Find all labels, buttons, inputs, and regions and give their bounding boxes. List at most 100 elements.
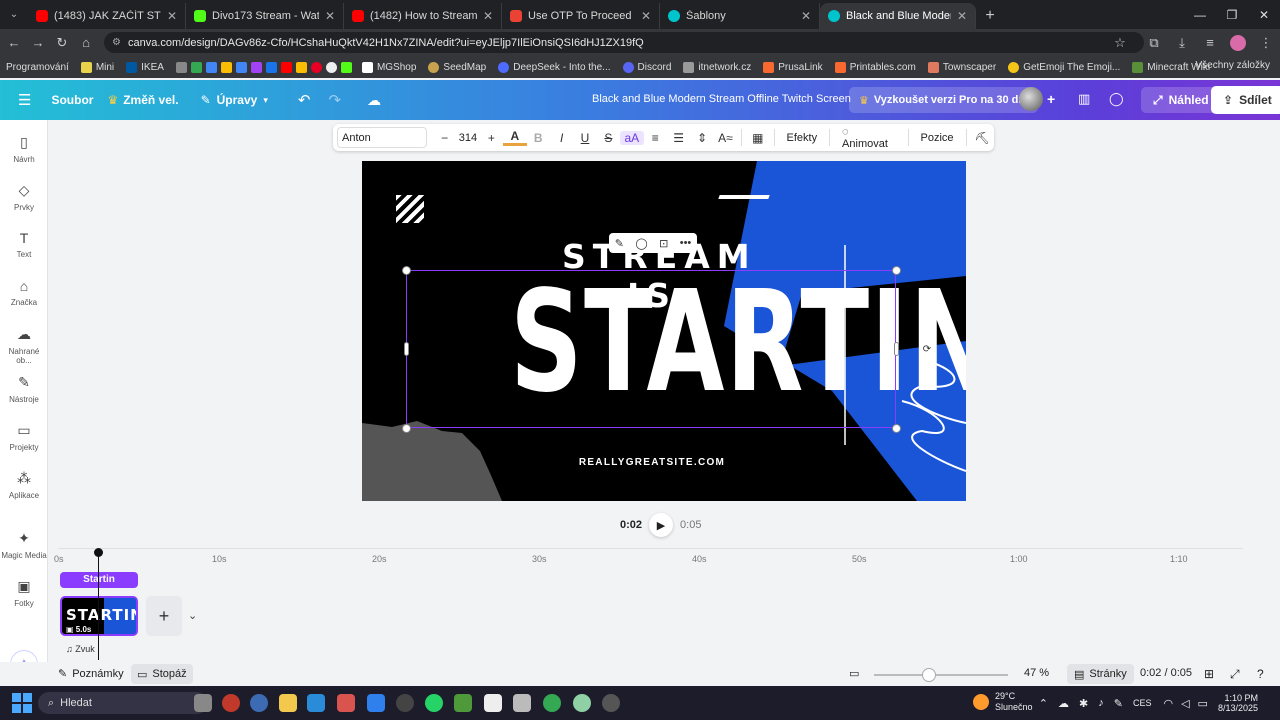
minimize-icon[interactable]: — bbox=[1184, 0, 1216, 29]
zoom-level[interactable]: 47 % bbox=[1024, 667, 1049, 679]
add-collaborator-icon[interactable]: + bbox=[1047, 91, 1055, 107]
italic-icon[interactable]: I bbox=[550, 131, 573, 145]
download-icon[interactable]: ⤓ bbox=[1168, 35, 1196, 51]
file-menu-button[interactable]: Soubor bbox=[51, 93, 93, 107]
site-info-icon[interactable]: ⚙ bbox=[112, 37, 121, 48]
pen-icon[interactable]: ✎ bbox=[1114, 697, 1123, 710]
audio-track[interactable]: ♫ Zvuk bbox=[66, 644, 95, 654]
forms-icon[interactable] bbox=[235, 61, 247, 73]
youtube-icon[interactable] bbox=[280, 61, 292, 73]
underline-icon[interactable]: U bbox=[573, 131, 596, 145]
zoom-slider-handle[interactable] bbox=[922, 668, 936, 682]
tasks-icon[interactable] bbox=[250, 61, 262, 73]
font-size-input[interactable]: 314 bbox=[456, 132, 479, 144]
rotate-handle-icon[interactable]: ⟳ bbox=[919, 342, 935, 358]
align-center-icon[interactable]: ≡ bbox=[644, 131, 667, 145]
bookmark-item[interactable]: Discord bbox=[622, 61, 671, 73]
close-tab-icon[interactable]: ✕ bbox=[801, 9, 811, 23]
list-icon[interactable]: ☰ bbox=[667, 131, 690, 145]
sheets-icon[interactable] bbox=[190, 61, 202, 73]
obs-icon[interactable] bbox=[396, 694, 414, 712]
browser-tab[interactable]: (1482) How to Stream to Kick on ✕ bbox=[344, 3, 502, 29]
clip-name-label[interactable]: Startin bbox=[60, 572, 138, 588]
tray-chevron-icon[interactable]: ⌃ bbox=[1039, 697, 1048, 710]
page-clip-thumbnail[interactable]: STARTIN ▣ 5.0s bbox=[60, 596, 138, 636]
bookmark-item[interactable]: itnetwork.cz bbox=[683, 61, 751, 73]
browser-tab-active[interactable]: Black and Blue Modern Stream ✕ bbox=[820, 3, 976, 29]
site-url-text[interactable]: REALLYGREATSITE.COM bbox=[547, 457, 757, 468]
sidebar-item-design[interactable]: ▯ Návrh bbox=[0, 134, 48, 164]
language-indicator[interactable]: CES bbox=[1133, 698, 1152, 708]
help-icon[interactable]: ? bbox=[1257, 667, 1264, 681]
terminal-icon[interactable] bbox=[484, 694, 502, 712]
browser-tab[interactable]: Divo173 Stream - Watch Live on ✕ bbox=[186, 3, 344, 29]
share-button[interactable]: ⇪ Sdílet bbox=[1211, 86, 1280, 114]
sidebar-item-elements[interactable]: ◇ Prvky bbox=[0, 182, 48, 212]
zoom-slider-track[interactable] bbox=[874, 674, 1008, 676]
effects-button[interactable]: Efekty bbox=[779, 132, 826, 144]
bookmark-item[interactable]: PrusaLink bbox=[763, 61, 823, 73]
more-options-icon[interactable]: ••• bbox=[680, 237, 692, 249]
extensions-icon[interactable]: ⧉ bbox=[1140, 35, 1168, 51]
user-avatar[interactable] bbox=[1019, 87, 1043, 111]
back-icon[interactable]: ← bbox=[2, 29, 26, 56]
bookmark-item[interactable]: Mini bbox=[80, 61, 114, 73]
calendar-icon[interactable] bbox=[307, 694, 325, 712]
clock[interactable]: 1:10 PM 8/13/2025 bbox=[1218, 693, 1258, 713]
github-icon[interactable] bbox=[325, 61, 337, 73]
edits-menu-button[interactable]: ✎ Úpravy ▾ bbox=[201, 93, 268, 107]
hamburger-menu-icon[interactable]: ☰ bbox=[18, 91, 31, 109]
bookmark-item[interactable]: SeedMap bbox=[428, 61, 486, 73]
volume-icon[interactable]: ◁ bbox=[1181, 697, 1189, 710]
bookmark-item[interactable]: Printables.com bbox=[834, 61, 916, 73]
grid-view-icon[interactable]: ⊞ bbox=[1204, 667, 1214, 681]
battery-icon[interactable]: ▭ bbox=[1198, 697, 1208, 710]
bookmark-item[interactable]: MGShop bbox=[361, 61, 416, 73]
pages-button[interactable]: ▤ Stránky bbox=[1067, 664, 1134, 684]
comment-icon[interactable]: ◯ bbox=[635, 237, 647, 250]
slides-icon[interactable] bbox=[220, 61, 232, 73]
sidebar-item-apps[interactable]: ⁂ Aplikace bbox=[0, 470, 48, 500]
add-page-button[interactable]: + bbox=[146, 596, 182, 636]
tab-search-icon[interactable]: ⌄ bbox=[0, 0, 28, 29]
media-icon[interactable]: ≡ bbox=[1196, 35, 1224, 50]
cloud-icon[interactable]: ☁ bbox=[1058, 697, 1069, 710]
docs-icon[interactable] bbox=[205, 61, 217, 73]
keep-icon[interactable] bbox=[295, 61, 307, 73]
insights-icon[interactable]: ▥ bbox=[1078, 91, 1090, 107]
apps-icon[interactable] bbox=[175, 61, 187, 73]
chrome-profile-icon[interactable] bbox=[573, 694, 591, 712]
windows-start-icon[interactable] bbox=[12, 693, 32, 713]
position-button[interactable]: Pozice bbox=[913, 132, 962, 144]
letter-case-icon[interactable]: aA bbox=[620, 130, 644, 145]
bookmark-item[interactable]: IKEA bbox=[126, 61, 164, 73]
sidebar-item-projects[interactable]: ▭ Projekty bbox=[0, 422, 48, 452]
text-color-icon[interactable]: A bbox=[503, 129, 527, 146]
close-window-icon[interactable]: ✕ bbox=[1248, 0, 1280, 29]
bookmark-item[interactable]: GetEmoji The Emoji... bbox=[1008, 61, 1120, 73]
taskbar-search[interactable]: ⌕ Hledat bbox=[38, 692, 208, 714]
side-resize-handle[interactable] bbox=[404, 342, 409, 356]
transparency-icon[interactable]: ▦ bbox=[746, 131, 769, 145]
redo-icon[interactable]: ↷ bbox=[328, 91, 341, 109]
sidebar-item-photos[interactable]: ▣ Fotky bbox=[0, 578, 48, 608]
profile-avatar[interactable] bbox=[1230, 34, 1246, 51]
app-icon[interactable] bbox=[513, 694, 531, 712]
app-icon[interactable] bbox=[222, 694, 240, 712]
new-tab-icon[interactable]: + bbox=[976, 3, 1004, 29]
timer-button[interactable]: ▭ Stopáž bbox=[131, 664, 193, 684]
resize-handle[interactable] bbox=[402, 424, 411, 433]
vscode-icon[interactable] bbox=[367, 694, 385, 712]
fullscreen-icon[interactable]: ⤢ bbox=[1230, 667, 1240, 682]
font-selector[interactable]: Anton bbox=[337, 127, 427, 148]
calculator-icon[interactable] bbox=[337, 694, 355, 712]
close-tab-icon[interactable]: ✕ bbox=[641, 9, 651, 23]
wifi-icon[interactable]: ◠ bbox=[1163, 697, 1173, 710]
resize-handle[interactable] bbox=[402, 266, 411, 275]
sidebar-item-uploads[interactable]: ☁ Nahrané ob... bbox=[0, 326, 48, 365]
browser-menu-icon[interactable]: ⋮ bbox=[1252, 35, 1280, 51]
home-icon[interactable]: ⌂ bbox=[74, 29, 98, 56]
browser-tab[interactable]: Use OTP To Proceed - antonind ✕ bbox=[502, 3, 660, 29]
document-title[interactable]: Black and Blue Modern Stream Offline Twi… bbox=[592, 93, 851, 105]
task-view-icon[interactable] bbox=[194, 694, 212, 712]
